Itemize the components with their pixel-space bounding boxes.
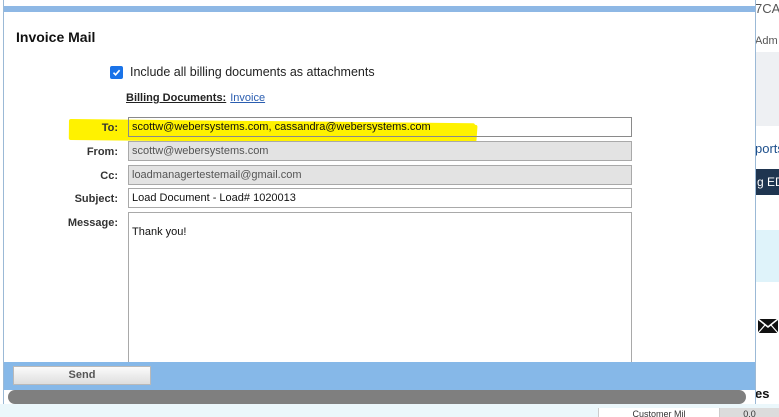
background-reports-link[interactable]: ports: [755, 141, 779, 156]
envelope-icon[interactable]: [754, 316, 779, 336]
background-section-heading: es: [755, 386, 770, 401]
invoice-mail-dialog: Invoice Mail Include all billing documen…: [3, 0, 756, 404]
background-panel: [754, 230, 779, 282]
subject-input[interactable]: Load Document - Load# 1020013: [128, 188, 632, 208]
dialog-top-bar: [4, 6, 755, 12]
billing-documents-label: Billing Documents:: [126, 92, 227, 104]
background-edi-button[interactable]: g EDI: [754, 169, 779, 195]
billing-documents-row: Billing Documents: Invoice: [126, 92, 265, 104]
from-label: From:: [86, 146, 118, 158]
background-user-text: Adm: [755, 35, 778, 47]
invoice-document-link[interactable]: Invoice: [230, 92, 265, 104]
checkmark-icon: [112, 69, 121, 76]
subject-label: Subject:: [74, 193, 118, 205]
cc-input[interactable]: loadmanagertestemail@gmail.com: [128, 165, 632, 185]
from-input[interactable]: scottw@webersystems.com: [128, 141, 632, 161]
include-attachments-checkbox[interactable]: [110, 66, 123, 79]
cc-label: Cc:: [100, 170, 118, 182]
dialog-title: Invoice Mail: [16, 29, 96, 45]
send-button[interactable]: Send: [13, 366, 151, 385]
to-input[interactable]: scottw@webersystems.com, cassandra@weber…: [128, 117, 632, 137]
include-attachments-label: Include all billing documents as attachm…: [130, 65, 375, 79]
message-textarea[interactable]: Thank you!: [128, 212, 632, 364]
to-label: To:: [101, 122, 118, 134]
background-tab-2[interactable]: 0.0: [720, 408, 779, 417]
background-tab-customer[interactable]: Customer Mil: [598, 408, 720, 417]
background-top-right-text: 7CA: [755, 1, 779, 16]
attachments-option[interactable]: Include all billing documents as attachm…: [110, 65, 375, 79]
background-header-band: [754, 52, 779, 126]
message-label: Message:: [67, 217, 118, 229]
horizontal-scrollbar[interactable]: [8, 390, 746, 404]
